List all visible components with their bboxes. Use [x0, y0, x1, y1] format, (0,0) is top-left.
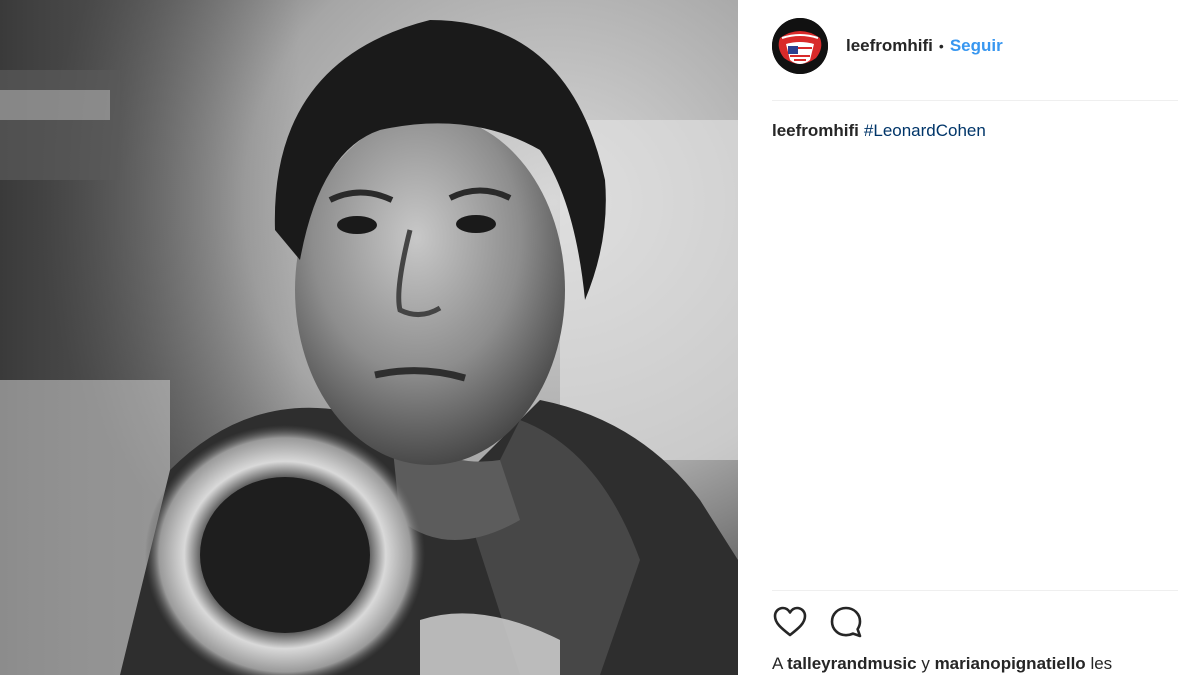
actions-divider — [772, 590, 1178, 591]
caption-username[interactable]: leefromhifi — [772, 121, 859, 140]
follow-button[interactable]: Seguir — [950, 36, 1003, 56]
post-actions — [772, 604, 884, 640]
comment-button[interactable] — [828, 604, 864, 640]
header-separator: • — [938, 38, 944, 54]
likes-summary: A talleyrandmusic y marianopignatiello l… — [772, 654, 1112, 674]
like-button[interactable] — [772, 604, 808, 640]
header-divider — [772, 100, 1178, 101]
avatar[interactable] — [772, 18, 828, 74]
post-header: leefromhifi • Seguir — [772, 18, 1003, 74]
likes-joiner: y — [921, 654, 930, 673]
likes-prefix: A — [772, 654, 783, 673]
liker-username-1[interactable]: talleyrandmusic — [787, 654, 916, 673]
post-caption: leefromhifi #LeonardCohen — [772, 121, 986, 141]
likes-suffix: les — [1090, 654, 1113, 673]
liker-username-2[interactable]: marianopignatiello — [935, 654, 1086, 673]
bw-portrait-image — [0, 0, 738, 675]
heart-icon — [773, 606, 807, 637]
caption-hashtag[interactable]: #LeonardCohen — [864, 121, 986, 140]
post-side-panel: leefromhifi • Seguir leefromhifi #Leonard… — [738, 0, 1200, 675]
instagram-post: leefromhifi • Seguir leefromhifi #Leonard… — [0, 0, 1200, 675]
comment-bubble-icon — [830, 606, 862, 638]
header-username[interactable]: leefromhifi — [846, 36, 933, 56]
post-photo[interactable] — [0, 0, 738, 675]
rolling-tongue-logo-icon — [772, 18, 828, 74]
